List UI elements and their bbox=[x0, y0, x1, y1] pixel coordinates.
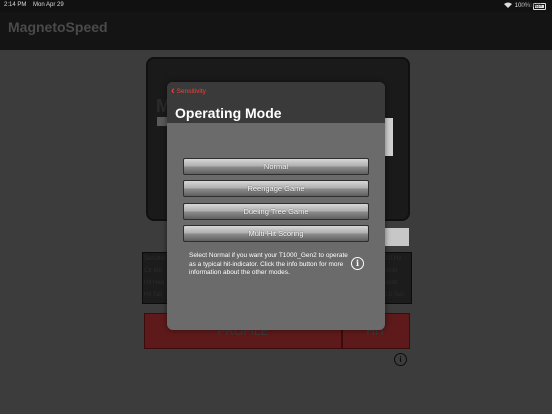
back-button[interactable]: ‹ Sensitivity bbox=[171, 85, 206, 97]
status-time: 2:14 PM bbox=[4, 2, 27, 8]
background-info-icon[interactable]: i bbox=[394, 353, 407, 366]
operating-mode-modal: ‹ Sensitivity Operating Mode Normal Reen… bbox=[167, 82, 385, 330]
reengage-game-button[interactable]: Reengage Game bbox=[183, 180, 369, 197]
chevron-left-icon: ‹ bbox=[171, 85, 175, 97]
modal-title: Operating Mode bbox=[175, 105, 282, 121]
normal-mode-button[interactable]: Normal bbox=[183, 158, 369, 175]
wifi-icon bbox=[503, 2, 512, 10]
background-field bbox=[385, 228, 409, 246]
mode-description: Select Normal if you want your T1000_Gen… bbox=[189, 252, 348, 276]
settings-row-label: Hit Tail bbox=[144, 292, 162, 298]
back-label: Sensitivity bbox=[176, 87, 206, 95]
dueling-tree-game-button[interactable]: Dueling Tree Game bbox=[183, 203, 369, 220]
settings-row-label: Hit Hea bbox=[144, 280, 165, 286]
settings-link[interactable]: Settings bbox=[520, 3, 542, 9]
device-side-bar bbox=[385, 118, 393, 156]
settings-row-value: Solid bbox=[384, 280, 398, 286]
settings-row-label: Ctr Mo bbox=[144, 268, 162, 274]
modal-header: ‹ Sensitivity Operating Mode bbox=[167, 82, 385, 123]
status-date: Mon Apr 29 bbox=[33, 2, 64, 8]
status-bar: 2:14 PM Mon Apr 29 100% bbox=[0, 0, 552, 12]
multi-hit-scoring-button[interactable]: Multi-Hit Scoring bbox=[183, 225, 369, 242]
settings-row-value: Solid bbox=[384, 268, 398, 274]
info-icon[interactable]: i bbox=[351, 257, 364, 270]
settings-row-value: 0.0 Hz bbox=[384, 256, 402, 262]
settings-row-value: 0.0 Sec bbox=[384, 292, 405, 298]
settings-row-label: Sensitiv bbox=[144, 256, 166, 262]
app-title: MagnetoSpeed bbox=[8, 19, 108, 35]
